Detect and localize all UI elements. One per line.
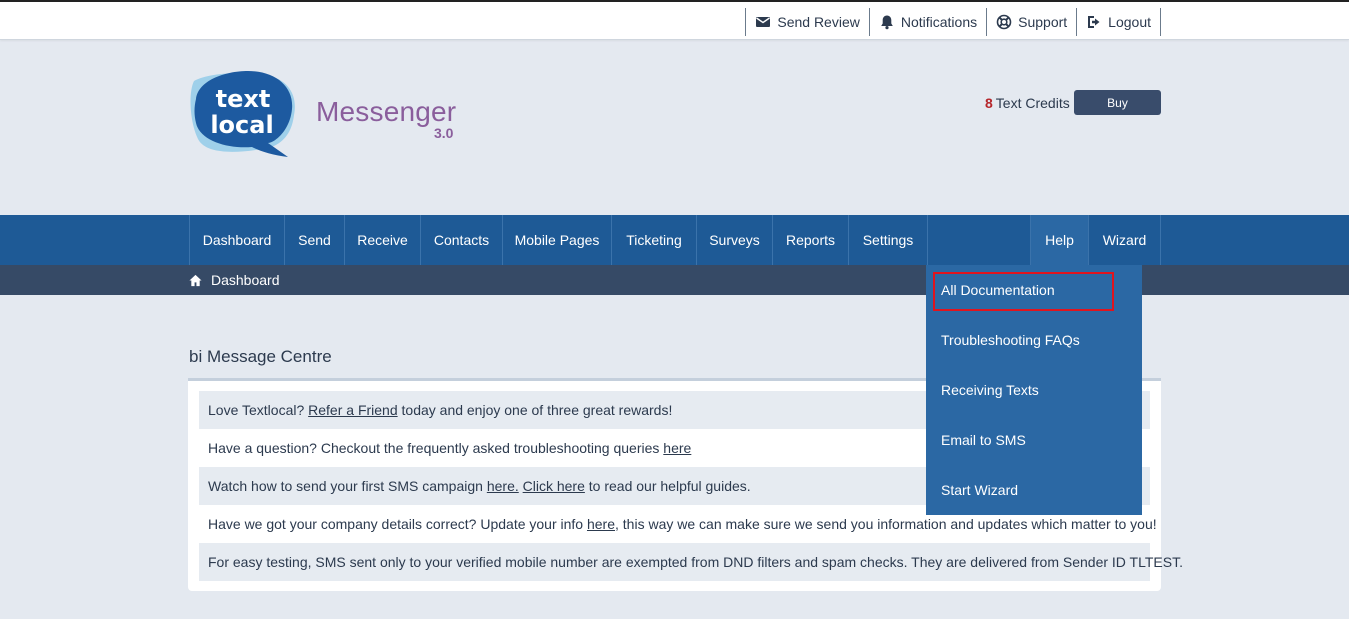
campaign-here-link[interactable]: here. <box>487 478 519 494</box>
message-row: For easy testing, SMS sent only to your … <box>199 543 1183 581</box>
lifebuoy-icon <box>996 14 1012 30</box>
support-link[interactable]: Support <box>987 8 1078 36</box>
message-text: Watch how to send your first SMS campaig… <box>208 478 487 494</box>
brand-name: Messenger <box>316 96 457 127</box>
logo-text-2: local <box>210 111 273 139</box>
bell-icon <box>881 15 893 30</box>
breadcrumb: Dashboard <box>189 272 280 288</box>
home-icon <box>189 274 202 286</box>
send-review-link[interactable]: Send Review <box>746 8 870 36</box>
menu-item-troubleshooting-faqs[interactable]: Troubleshooting FAQs <box>926 315 1142 365</box>
message-text: , this way we can make sure we send you … <box>615 516 1157 532</box>
credits-count: 8 <box>985 95 993 111</box>
credits-label: Text Credits <box>995 95 1070 111</box>
send-review-label: Send Review <box>777 14 860 30</box>
logo-text-1: text <box>216 85 271 113</box>
nav-ticketing[interactable]: Ticketing <box>612 215 697 265</box>
guides-click-here-link[interactable]: Click here <box>523 478 585 494</box>
menu-item-email-to-sms[interactable]: Email to SMS <box>926 415 1142 465</box>
main-nav: Dashboard Send Receive Contacts Mobile P… <box>0 215 1349 265</box>
message-text: to read our helpful guides. <box>584 478 751 494</box>
top-links: Send Review Notifications Support Logout <box>745 8 1161 36</box>
envelope-icon <box>756 17 771 27</box>
message-centre-title: bi Message Centre <box>189 347 332 366</box>
breadcrumb-dashboard[interactable]: Dashboard <box>211 272 280 288</box>
refer-friend-link[interactable]: Refer a Friend <box>308 402 397 418</box>
nav-surveys[interactable]: Surveys <box>697 215 773 265</box>
notifications-label: Notifications <box>900 14 978 30</box>
message-text: For easy testing, SMS sent only to your … <box>208 554 1183 570</box>
message-text: Have a question? Checkout the frequently… <box>208 440 664 456</box>
nav-reports[interactable]: Reports <box>773 215 849 265</box>
buy-button[interactable]: Buy <box>1074 90 1161 115</box>
nav-contacts[interactable]: Contacts <box>421 215 503 265</box>
menu-item-receiving-texts[interactable]: Receiving Texts <box>926 365 1142 415</box>
company-details-here-link[interactable]: here <box>587 516 615 532</box>
message-text: today and enjoy one of three great rewar… <box>397 402 673 418</box>
logout-icon <box>1088 16 1100 28</box>
help-dropdown-menu: All Documentation Troubleshooting FAQs R… <box>926 265 1142 515</box>
notifications-link[interactable]: Notifications <box>870 8 988 36</box>
nav-help[interactable]: Help <box>1030 215 1089 265</box>
nav-dashboard[interactable]: Dashboard <box>189 215 285 265</box>
text-credits: 8 Text Credits <box>985 95 1070 111</box>
logout-label: Logout <box>1108 14 1151 30</box>
troubleshooting-here-link[interactable]: here <box>663 440 691 456</box>
logout-link[interactable]: Logout <box>1077 8 1161 36</box>
message-text: Love Textlocal? <box>208 402 309 418</box>
brand-version: 3.0 <box>434 125 454 141</box>
nav-send[interactable]: Send <box>285 215 345 265</box>
breadcrumb-bar: Dashboard <box>0 265 1349 295</box>
nav-wizard[interactable]: Wizard <box>1089 215 1161 265</box>
support-label: Support <box>1018 14 1068 30</box>
nav-mobile-pages[interactable]: Mobile Pages <box>503 215 612 265</box>
top-bar: Send Review Notifications Support Logout <box>0 0 1349 40</box>
menu-item-all-documentation[interactable]: All Documentation <box>926 265 1142 315</box>
message-text: Have we got your company details correct… <box>208 516 587 532</box>
textlocal-logo[interactable]: text local <box>188 69 300 159</box>
menu-item-start-wizard[interactable]: Start Wizard <box>926 465 1142 515</box>
nav-receive[interactable]: Receive <box>345 215 421 265</box>
nav-settings[interactable]: Settings <box>849 215 928 265</box>
